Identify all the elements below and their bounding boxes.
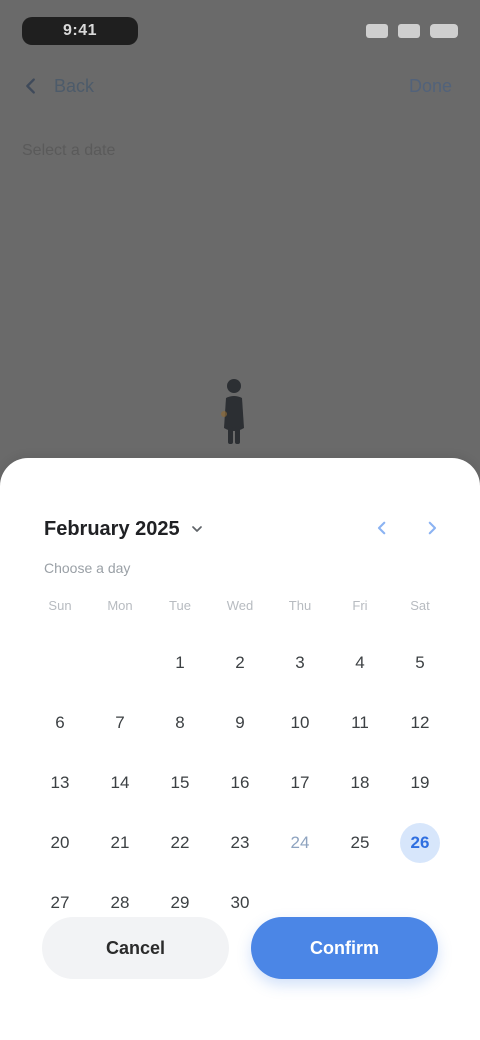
prev-month-button[interactable] <box>366 513 398 545</box>
calendar-day[interactable]: 10 <box>270 704 330 742</box>
calendar-day-label: 5 <box>415 653 425 672</box>
month-nav <box>366 513 448 545</box>
calendar-day-label: 6 <box>55 713 65 732</box>
back-button[interactable]: Back <box>18 73 94 99</box>
calendar-day[interactable]: 22 <box>150 824 210 862</box>
chevron-right-icon <box>423 519 441 540</box>
calendar-day[interactable]: 26 <box>390 823 450 863</box>
status-bar: 9:41 <box>22 14 458 48</box>
calendar-day-label: 14 <box>110 773 130 792</box>
calendar-day-label: 24 <box>290 833 310 852</box>
calendar-day-label <box>40 643 80 683</box>
signal-icon <box>366 24 388 38</box>
wifi-icon <box>398 24 420 38</box>
weekday-label: Tue <box>169 598 191 613</box>
calendar-day-label: 12 <box>410 713 430 732</box>
confirm-button[interactable]: Confirm <box>251 917 438 979</box>
calendar-day[interactable]: 24 <box>270 824 330 862</box>
calendar-header: February 2025 <box>44 512 448 546</box>
calendar-day-label: 13 <box>50 773 70 792</box>
calendar-day[interactable]: 18 <box>330 764 390 802</box>
next-month-button[interactable] <box>416 513 448 545</box>
cancel-button[interactable]: Cancel <box>42 917 229 979</box>
calendar-day-label: 4 <box>355 653 365 672</box>
calendar-day[interactable]: 3 <box>270 644 330 682</box>
calendar-day-label: 7 <box>115 713 125 732</box>
calendar-day[interactable]: 13 <box>30 764 90 802</box>
weekday-row: Sun Mon Tue Wed Thu Fri Sat <box>30 598 450 613</box>
month-selector[interactable]: February 2025 <box>44 518 206 541</box>
battery-icon <box>430 24 458 38</box>
chevron-left-icon <box>18 73 44 99</box>
status-time: 9:41 <box>22 17 138 45</box>
calendar-day[interactable]: 2 <box>210 644 270 682</box>
calendar-day-label: 18 <box>350 773 370 792</box>
page-subheading: Select a date <box>22 142 116 159</box>
calendar-day[interactable]: 4 <box>330 644 390 682</box>
calendar-day-label: 23 <box>230 833 250 852</box>
calendar-day-label: 17 <box>290 773 310 792</box>
calendar-day[interactable]: 15 <box>150 764 210 802</box>
weekday-label: Wed <box>226 598 254 613</box>
chevron-left-icon <box>373 519 391 540</box>
calendar-day-label: 21 <box>110 833 130 852</box>
calendar-subtitle: Choose a day <box>44 560 131 576</box>
calendar-day[interactable]: 7 <box>90 704 150 742</box>
date-picker-screen: 9:41 Back Done Select a date February 20… <box>0 0 480 1040</box>
calendar-day[interactable]: 9 <box>210 704 270 742</box>
calendar-day-label: 2 <box>235 653 245 672</box>
month-label: February 2025 <box>44 517 180 540</box>
figure-icon <box>216 376 252 446</box>
calendar-day[interactable]: 11 <box>330 704 390 742</box>
calendar-day-empty <box>90 644 150 682</box>
weekday-label: Thu <box>288 598 312 613</box>
calendar-day[interactable]: 23 <box>210 824 270 862</box>
calendar-day[interactable]: 8 <box>150 704 210 742</box>
calendar-grid: 1 2 3 4 5 6 7 8 9 10 11 12 13 14 15 16 17 18 19 20 21 22 23 24 2… <box>30 644 450 922</box>
calendar-day-label: 16 <box>230 773 250 792</box>
calendar-day[interactable]: 20 <box>30 824 90 862</box>
calendar-day-empty <box>30 644 90 682</box>
back-label: Back <box>54 75 95 96</box>
calendar-day-label: 8 <box>175 713 185 732</box>
sheet-actions: Cancel Confirm <box>42 916 438 980</box>
calendar-day-label: 22 <box>170 833 190 852</box>
calendar-day[interactable]: 5 <box>390 644 450 682</box>
calendar-day[interactable]: 19 <box>390 764 450 802</box>
weekday-label: Mon <box>107 598 133 613</box>
calendar-day-label: 9 <box>235 713 245 732</box>
calendar-day[interactable]: 1 <box>150 644 210 682</box>
date-picker-sheet: February 2025 Choose a day Sun Mon Tue W… <box>0 458 480 1040</box>
status-icons <box>366 24 458 38</box>
calendar-day-label: 26 <box>400 823 440 863</box>
calendar-day-label: 1 <box>175 653 185 672</box>
calendar-day[interactable]: 17 <box>270 764 330 802</box>
calendar-day-label: 11 <box>351 713 369 732</box>
calendar-day-label: 19 <box>410 773 430 792</box>
done-button[interactable]: Done <box>399 70 462 103</box>
calendar-day-label: 25 <box>350 833 370 852</box>
calendar-day[interactable]: 25 <box>330 824 390 862</box>
calendar-day[interactable]: 16 <box>210 764 270 802</box>
calendar-day-label: 10 <box>290 713 310 732</box>
calendar-day[interactable]: 14 <box>90 764 150 802</box>
calendar-day[interactable]: 6 <box>30 704 90 742</box>
calendar-day[interactable]: 21 <box>90 824 150 862</box>
calendar-day-label: 20 <box>50 833 70 852</box>
app-header: Back Done <box>18 66 462 106</box>
chevron-down-icon <box>188 520 206 538</box>
calendar-day-label: 3 <box>295 653 305 672</box>
calendar-day-label: 15 <box>170 773 190 792</box>
weekday-label: Sat <box>410 598 430 613</box>
weekday-label: Sun <box>48 598 72 613</box>
weekday-label: Fri <box>352 598 368 613</box>
calendar-day-label <box>100 643 140 683</box>
calendar-day[interactable]: 12 <box>390 704 450 742</box>
